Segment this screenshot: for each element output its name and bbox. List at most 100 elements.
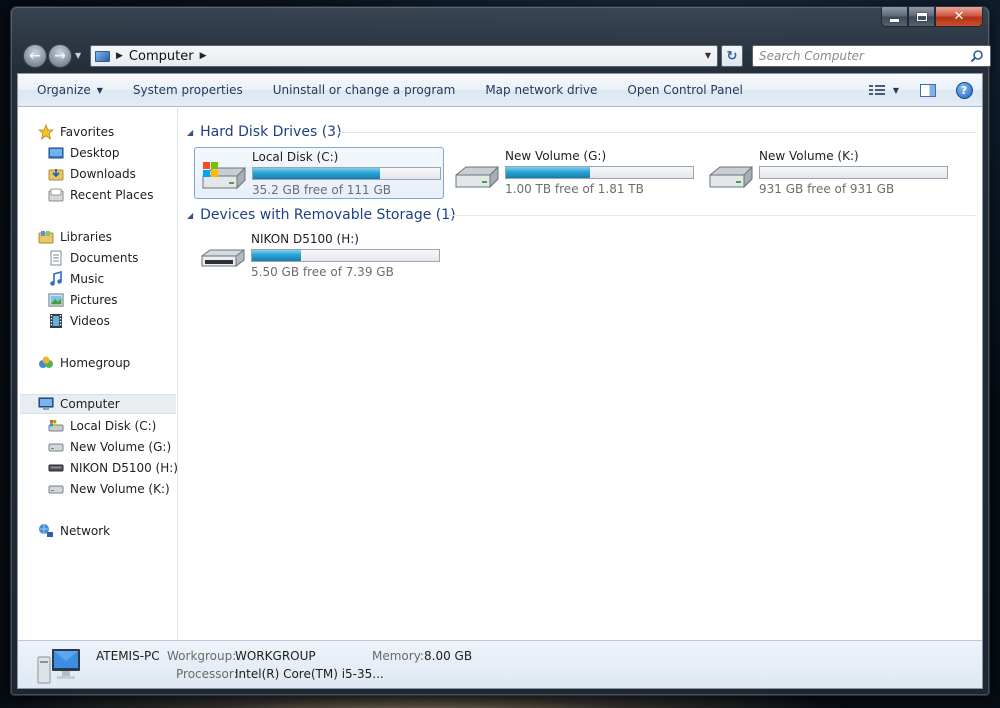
sidebar-item-label: Recent Places bbox=[70, 188, 154, 202]
sidebar-item-homegroup[interactable]: Homegroup bbox=[38, 353, 130, 373]
sidebar-item-label: Favorites bbox=[60, 125, 115, 139]
forward-arrow-icon: → bbox=[54, 48, 66, 64]
group-header-hard-disks[interactable]: ◢ Hard Disk Drives (3) bbox=[187, 122, 342, 142]
system-drive-icon bbox=[202, 162, 246, 190]
sidebar-item-nikon-h[interactable]: NIKON D5100 (H:) bbox=[48, 458, 178, 478]
toolbar-right-group: ▼ ? bbox=[858, 74, 982, 107]
computer-icon bbox=[95, 50, 110, 62]
preview-pane-icon bbox=[920, 84, 936, 97]
processor-label: Processor: bbox=[176, 667, 238, 681]
map-network-drive-button[interactable]: Map network drive bbox=[470, 74, 612, 107]
maximize-button[interactable] bbox=[908, 7, 935, 27]
drive-name: NIKON D5100 (H:) bbox=[251, 232, 359, 246]
sidebar-item-documents[interactable]: Documents bbox=[48, 248, 138, 268]
sidebar-item-label: Local Disk (C:) bbox=[70, 419, 157, 433]
sidebar-item-desktop[interactable]: Desktop bbox=[48, 143, 120, 163]
views-icon bbox=[868, 84, 885, 97]
sidebar-item-label: Pictures bbox=[70, 293, 118, 307]
sidebar-item-music[interactable]: Music bbox=[48, 269, 104, 289]
refresh-icon: ↻ bbox=[726, 48, 738, 64]
forward-button[interactable]: → bbox=[48, 44, 72, 68]
removable-drive-icon bbox=[48, 464, 64, 472]
open-control-panel-button[interactable]: Open Control Panel bbox=[612, 74, 757, 107]
desktop-icon bbox=[48, 147, 64, 159]
sidebar-item-new-volume-k[interactable]: New Volume (K:) bbox=[48, 479, 170, 499]
drive-tile-new-volume-k[interactable]: New Volume (K:) 931 GB free of 931 GB bbox=[702, 147, 952, 199]
drive-name: Local Disk (C:) bbox=[252, 150, 339, 164]
content-pane: ◢ Hard Disk Drives (3) Local Disk (C:) 3… bbox=[179, 108, 982, 642]
chevron-down-icon: ▼ bbox=[892, 86, 900, 95]
system-properties-button[interactable]: System properties bbox=[118, 74, 258, 107]
client-area: Organize ▼ System properties Uninstall o… bbox=[17, 73, 983, 689]
workgroup-label: Workgroup: bbox=[167, 649, 237, 663]
recent-pages-dropdown[interactable]: ▼ bbox=[75, 51, 81, 60]
sidebar-item-new-volume-g[interactable]: New Volume (G:) bbox=[48, 437, 171, 457]
group-header-removable-storage[interactable]: ◢ Devices with Removable Storage (1) bbox=[187, 205, 456, 225]
breadcrumb-separator-icon[interactable]: ▶ bbox=[116, 51, 123, 61]
sidebar-item-label: Libraries bbox=[60, 230, 112, 244]
sidebar-item-downloads[interactable]: Downloads bbox=[48, 164, 136, 184]
minimize-icon bbox=[890, 18, 899, 22]
drive-free-space: 1.00 TB free of 1.81 TB bbox=[505, 182, 644, 196]
sidebar-item-recent-places[interactable]: Recent Places bbox=[48, 185, 153, 205]
hard-drive-icon bbox=[48, 485, 64, 494]
homegroup-icon bbox=[39, 356, 53, 368]
sidebar-item-label: Music bbox=[70, 272, 105, 286]
search-icon[interactable] bbox=[970, 49, 984, 63]
removable-drive-icon bbox=[201, 249, 245, 267]
pictures-icon bbox=[48, 293, 64, 307]
sidebar-item-label: New Volume (K:) bbox=[70, 482, 170, 496]
computer-name: ATEMIS-PC bbox=[96, 649, 160, 663]
downloads-folder-icon bbox=[48, 169, 64, 181]
navigation-bar: ← → ▼ ▶ Computer ▶ ▼ ↻ bbox=[21, 44, 991, 68]
organize-button[interactable]: Organize ▼ bbox=[18, 74, 118, 107]
close-button[interactable]: ✕ bbox=[935, 7, 983, 27]
computer-icon bbox=[38, 397, 54, 410]
drive-usage-bar bbox=[251, 249, 440, 262]
sidebar-item-libraries[interactable]: Libraries bbox=[38, 227, 112, 247]
sidebar-item-label: Videos bbox=[70, 314, 110, 328]
drive-tile-nikon-h[interactable]: NIKON D5100 (H:) 5.50 GB free of 7.39 GB bbox=[194, 230, 444, 282]
search-input[interactable] bbox=[759, 49, 959, 63]
caption-buttons: ✕ bbox=[881, 7, 983, 27]
workgroup-value: WORKGROUP bbox=[235, 649, 316, 663]
help-button[interactable]: ? bbox=[946, 74, 982, 107]
breadcrumb-computer[interactable]: Computer bbox=[129, 49, 194, 64]
sidebar-item-pictures[interactable]: Pictures bbox=[48, 290, 118, 310]
libraries-icon bbox=[38, 231, 54, 244]
system-drive-icon bbox=[48, 420, 64, 432]
address-history-dropdown[interactable]: ▼ bbox=[705, 51, 711, 60]
drive-tile-local-disk-c[interactable]: Local Disk (C:) 35.2 GB free of 111 GB bbox=[194, 147, 444, 199]
drive-name: New Volume (G:) bbox=[505, 149, 607, 163]
hard-drive-icon bbox=[455, 165, 499, 189]
drive-tile-new-volume-g[interactable]: New Volume (G:) 1.00 TB free of 1.81 TB bbox=[448, 147, 698, 199]
drive-usage-bar bbox=[505, 166, 694, 179]
maximize-icon bbox=[916, 12, 927, 21]
sidebar-item-favorites[interactable]: Favorites bbox=[38, 122, 114, 142]
details-pane: ATEMIS-PC Workgroup: WORKGROUP Memory: 8… bbox=[18, 640, 982, 688]
hard-drive-icon bbox=[48, 443, 64, 452]
group-title: Hard Disk Drives (3) bbox=[200, 124, 342, 140]
hard-drive-icon bbox=[709, 165, 753, 189]
minimize-button[interactable] bbox=[881, 7, 908, 27]
sidebar-item-computer[interactable]: Computer bbox=[20, 394, 176, 414]
address-bar[interactable]: ▶ Computer ▶ ▼ bbox=[90, 45, 718, 67]
refresh-button[interactable]: ↻ bbox=[721, 45, 743, 67]
change-view-button[interactable]: ▼ bbox=[858, 74, 910, 107]
search-box[interactable] bbox=[752, 45, 991, 67]
sidebar-item-videos[interactable]: Videos bbox=[48, 311, 110, 331]
drive-usage-bar bbox=[759, 166, 948, 179]
drive-usage-fill bbox=[253, 168, 381, 179]
uninstall-program-button[interactable]: Uninstall or change a program bbox=[258, 74, 471, 107]
back-button[interactable]: ← bbox=[23, 44, 47, 68]
sidebar-item-local-disk-c[interactable]: Local Disk (C:) bbox=[48, 416, 156, 436]
command-bar: Organize ▼ System properties Uninstall o… bbox=[18, 74, 982, 107]
network-icon bbox=[39, 524, 53, 537]
breadcrumb-separator-icon[interactable]: ▶ bbox=[200, 51, 207, 61]
sidebar-item-label: Downloads bbox=[70, 167, 136, 181]
sidebar-item-network[interactable]: Network bbox=[38, 521, 110, 541]
computer-icon bbox=[37, 649, 80, 684]
close-icon: ✕ bbox=[953, 9, 965, 24]
preview-pane-button[interactable] bbox=[910, 74, 946, 107]
group-divider bbox=[339, 132, 976, 133]
